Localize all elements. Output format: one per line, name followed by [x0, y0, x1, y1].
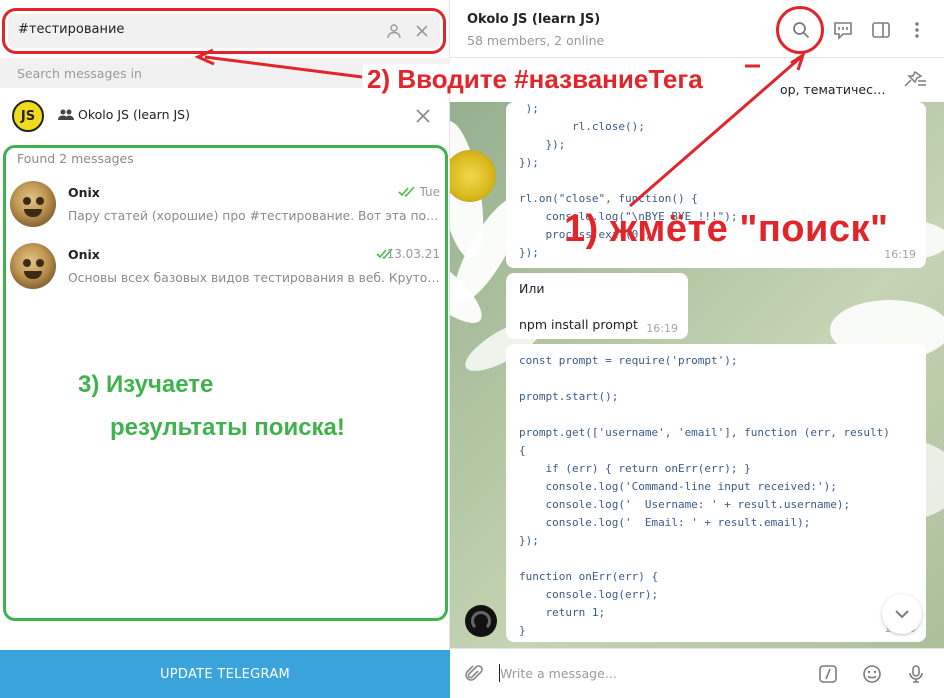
result-preview: Пару статей (хорошие) про #тестирование.… — [68, 209, 440, 223]
message-composer[interactable]: Write a message... — [450, 648, 944, 698]
result-sender: Onix — [68, 185, 100, 200]
double-check-icon — [398, 186, 415, 198]
sidebar-toggle-icon[interactable] — [871, 20, 891, 40]
close-icon[interactable] — [414, 107, 432, 125]
search-pane: #тестирование Search messages in JS Okol… — [0, 0, 450, 698]
found-label: Found 2 messages — [17, 151, 134, 166]
message-bubble-text[interactable]: Или npm install prompt 16:19 — [506, 273, 688, 339]
search-highlight-box — [2, 8, 446, 54]
pinned-text: ор, тематичес… — [780, 82, 886, 97]
result-item[interactable]: Onix 13.03.21 Основы всех базовых видов … — [0, 243, 450, 305]
avatar — [10, 181, 56, 227]
sender-avatar[interactable] — [465, 605, 497, 637]
search-scope-chat[interactable]: JS Okolo JS (learn JS) — [0, 96, 450, 136]
chat-logo-text: JS — [20, 108, 36, 124]
result-preview: Основы всех базовых видов тестирования в… — [68, 271, 440, 285]
more-icon[interactable] — [907, 20, 927, 40]
emoji-icon[interactable] — [862, 664, 882, 684]
chat-subtitle: 58 members, 2 online — [467, 33, 605, 48]
message-time: 16:19 — [884, 248, 916, 261]
message-time: 16:19 — [646, 322, 678, 335]
pin-off-icon[interactable] — [902, 71, 928, 89]
annotation-step2: 2) Вводите #названиеТега — [363, 64, 707, 95]
avatar — [10, 243, 56, 289]
chevron-down-icon — [895, 610, 909, 619]
telegram-window: #тестирование Search messages in JS Okol… — [0, 0, 944, 698]
paperclip-icon[interactable] — [464, 664, 484, 684]
chat-logo: JS — [12, 100, 44, 132]
message-text-line2: npm install prompt — [519, 317, 638, 332]
update-telegram-button[interactable]: UPDATE TELEGRAM — [0, 650, 450, 698]
command-icon[interactable] — [818, 664, 838, 684]
message-input[interactable]: Write a message... — [500, 666, 617, 681]
message-bubble-code[interactable]: const prompt = require('prompt'); prompt… — [506, 344, 926, 642]
result-date: Tue — [419, 185, 441, 199]
result-date: 13.03.21 — [386, 247, 440, 261]
annotation-step3-line2: результаты поиска! — [110, 414, 345, 441]
chat-header[interactable]: Okolo JS (learn JS) 58 members, 2 online — [450, 0, 944, 58]
chat-pane: Okolo JS (learn JS) 58 members, 2 online… — [450, 0, 944, 698]
comment-icon[interactable] — [833, 20, 853, 40]
chat-title[interactable]: Okolo JS (learn JS) — [467, 12, 600, 27]
result-sender: Onix — [68, 247, 100, 262]
search-scope-label: Search messages in — [17, 66, 142, 81]
scroll-down-button[interactable] — [882, 594, 922, 634]
group-icon — [58, 109, 74, 120]
microphone-icon[interactable] — [906, 664, 926, 684]
message-text-line1: Или — [519, 281, 545, 296]
annotation-step3-line1: 3) Изучаете — [78, 371, 214, 398]
search-highlight-circle — [776, 6, 824, 54]
scope-chat-name: Okolo JS (learn JS) — [78, 107, 190, 122]
annotation-step1: 1) жмёте "поиск" — [564, 208, 889, 250]
result-item[interactable]: Onix Tue Пару статей (хорошие) про #тест… — [0, 181, 450, 243]
message-code: const prompt = require('prompt'); prompt… — [519, 354, 890, 637]
